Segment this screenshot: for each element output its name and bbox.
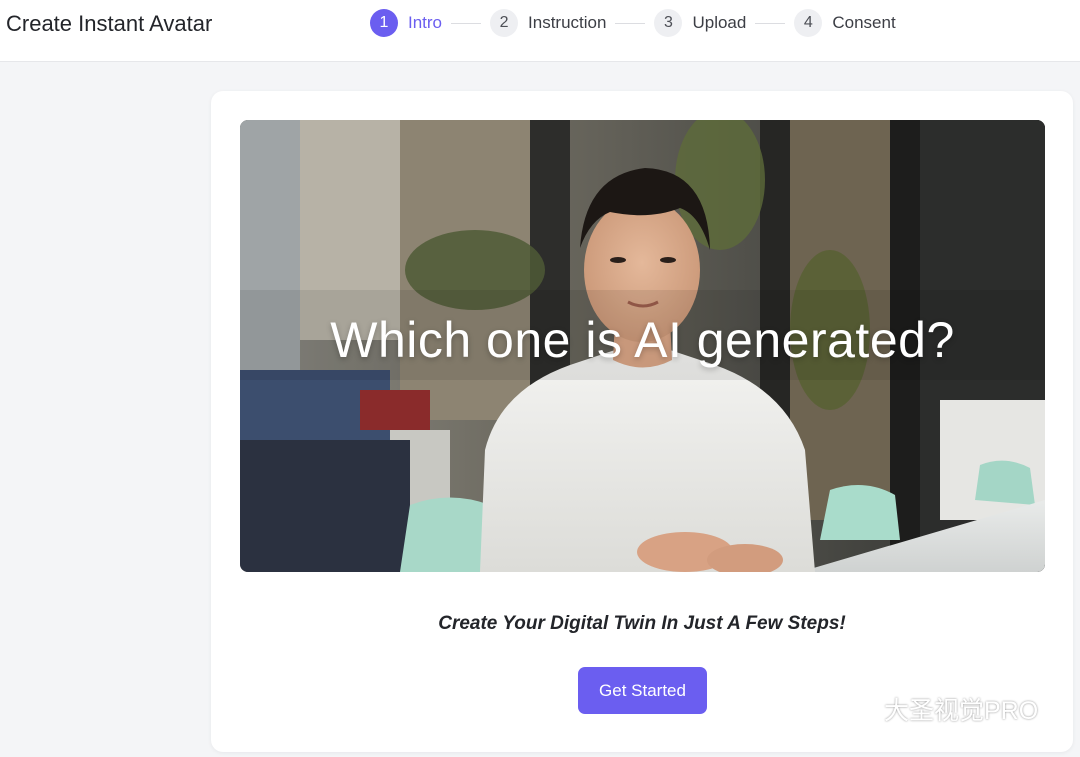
top-bar: Create Instant Avatar 1 Intro 2 Instruct… <box>0 0 1080 62</box>
step-connector <box>755 22 786 24</box>
step-instruction[interactable]: 2 Instruction <box>490 9 606 37</box>
step-number: 2 <box>490 9 519 37</box>
wechat-icon <box>837 695 876 722</box>
step-consent[interactable]: 4 Consent <box>794 9 896 37</box>
tagline: Create Your Digital Twin In Just A Few S… <box>438 613 846 634</box>
step-label: Upload <box>692 13 747 32</box>
watermark-text: 大圣视觉PRO <box>884 697 1039 725</box>
step-upload[interactable]: 3 Upload <box>654 9 746 37</box>
step-label: Intro <box>408 13 443 32</box>
step-number: 1 <box>370 9 398 37</box>
stepper: 1 Intro 2 Instruction 3 Upload 4 Consent <box>370 9 896 37</box>
step-connector <box>451 22 482 24</box>
step-intro[interactable]: 1 Intro <box>370 9 442 37</box>
intro-video[interactable]: Which one is AI generated? <box>240 120 1045 572</box>
step-label: Instruction <box>528 13 607 32</box>
watermark: 大圣视觉PRO <box>836 693 1038 725</box>
step-label: Consent <box>832 13 896 32</box>
step-number: 3 <box>654 9 683 37</box>
get-started-button[interactable]: Get Started <box>578 667 707 714</box>
step-number: 4 <box>794 9 823 37</box>
intro-card: Which one is AI generated? Create Your D… <box>211 91 1073 752</box>
page-title: Create Instant Avatar <box>6 11 213 36</box>
video-caption: Which one is AI generated? <box>330 312 955 368</box>
step-connector <box>615 22 646 24</box>
